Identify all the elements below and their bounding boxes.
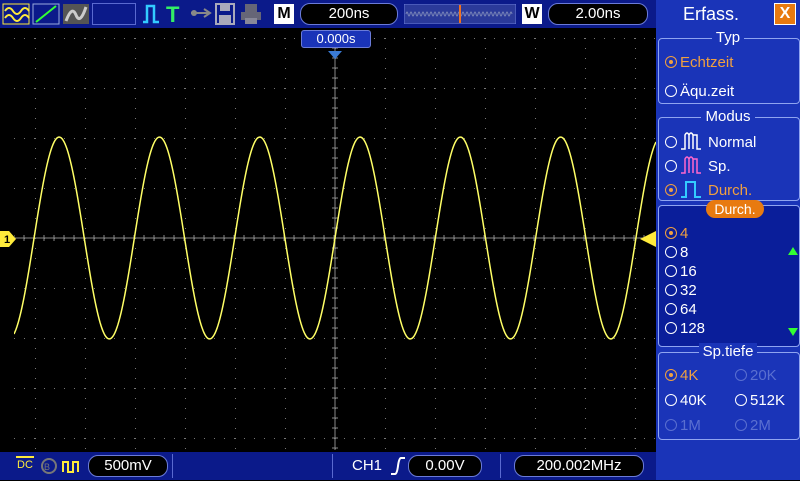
memory-depth-title: Sp.tiefe	[656, 343, 800, 360]
radio-icon	[665, 394, 677, 406]
depth-option-40k[interactable]: 40K	[665, 392, 707, 409]
persistence-icon[interactable]	[62, 3, 90, 30]
coupling-label: DC	[17, 459, 33, 471]
channel1-marker-label: 1	[4, 234, 10, 246]
bandwidth-icon: B	[40, 457, 58, 480]
timebase-display[interactable]: 200ns	[300, 3, 398, 25]
average-option-8[interactable]: 8	[665, 244, 688, 261]
scroll-up-icon[interactable]	[788, 242, 798, 260]
print-icon[interactable]	[240, 3, 262, 30]
modus-option-durchschnitt[interactable]: Durch.	[665, 179, 752, 199]
channel1-marker[interactable]: 1	[0, 231, 16, 252]
radio-icon	[665, 284, 677, 296]
peak-mode-icon	[681, 156, 701, 174]
memory-overview	[403, 3, 517, 29]
radio-icon	[665, 85, 677, 97]
average-option-16[interactable]: 16	[665, 263, 697, 280]
trigger-level-marker-icon[interactable]	[640, 231, 656, 252]
normal-mode-icon	[681, 132, 701, 150]
usb-icon	[190, 6, 212, 25]
trigger-position-marker-icon	[328, 46, 342, 64]
status-box	[92, 3, 136, 25]
modus-option-normal[interactable]: Normal	[665, 131, 756, 151]
modus-option-spitze[interactable]: Sp.	[665, 155, 731, 175]
channel-voltage-display[interactable]: 500mV	[88, 455, 168, 477]
average-option-64[interactable]: 64	[665, 301, 697, 318]
window-time-display[interactable]: 2.00ns	[548, 3, 648, 25]
mode-badge: M	[274, 4, 294, 24]
typ-title: Typ	[656, 29, 800, 46]
dc-coupling-icon: DC	[16, 456, 34, 471]
acquire-menu-panel: Erfass. X Typ Echtzeit Äqu.zeit Modus No…	[656, 0, 800, 480]
radio-icon	[665, 322, 677, 334]
depth-option-1m[interactable]: 1M	[665, 417, 701, 434]
trigger-channel-label: CH1	[352, 457, 383, 474]
pulse-icon	[142, 4, 160, 29]
radio-icon	[665, 227, 677, 239]
run-indicator-icon	[2, 3, 30, 25]
scroll-down-icon[interactable]	[788, 323, 798, 341]
typ-option-aquzeit[interactable]: Äqu.zeit	[665, 83, 734, 100]
radio-icon	[665, 56, 677, 68]
radio-icon	[665, 184, 677, 196]
save-icon[interactable]	[215, 3, 235, 30]
radio-icon	[665, 246, 677, 258]
radio-icon	[735, 394, 747, 406]
waveform-area[interactable]	[13, 37, 657, 450]
modus-title: Modus	[656, 108, 800, 125]
typ-option-echtzeit[interactable]: Echtzeit	[665, 54, 733, 71]
radio-icon	[735, 419, 747, 431]
rising-edge-icon	[390, 456, 406, 481]
radio-icon	[735, 369, 747, 381]
close-icon[interactable]: X	[774, 3, 796, 25]
radio-icon	[665, 419, 677, 431]
graticule	[13, 37, 657, 450]
svg-text:B: B	[44, 462, 50, 472]
top-toolbar: T M 200ns W 2.00ns	[0, 0, 656, 28]
average-mode-icon	[681, 181, 701, 198]
radio-icon	[665, 136, 677, 148]
frequency-display: 200.002MHz	[514, 455, 644, 477]
depth-option-4k[interactable]: 4K	[665, 367, 698, 384]
radio-icon	[665, 265, 677, 277]
depth-option-20k[interactable]: 20K	[735, 367, 777, 384]
average-option-32[interactable]: 32	[665, 282, 697, 299]
depth-option-2m[interactable]: 2M	[735, 417, 771, 434]
radio-icon	[665, 369, 677, 381]
radio-icon	[665, 303, 677, 315]
radio-icon	[665, 160, 677, 172]
line-display-icon[interactable]	[32, 3, 60, 30]
average-option-128[interactable]: 128	[665, 320, 705, 337]
invert-icon	[62, 458, 82, 479]
depth-option-512k[interactable]: 512K	[735, 392, 785, 409]
trigger-t-icon: T	[166, 2, 180, 27]
window-badge: W	[522, 4, 542, 24]
trigger-level-display[interactable]: 0.00V	[408, 455, 482, 477]
bottom-status-bar: DC B 500mV CH1 0.00V 200.002MHz	[0, 452, 656, 480]
average-count-badge: Durch.	[706, 200, 764, 218]
average-option-4[interactable]: 4	[665, 225, 688, 242]
